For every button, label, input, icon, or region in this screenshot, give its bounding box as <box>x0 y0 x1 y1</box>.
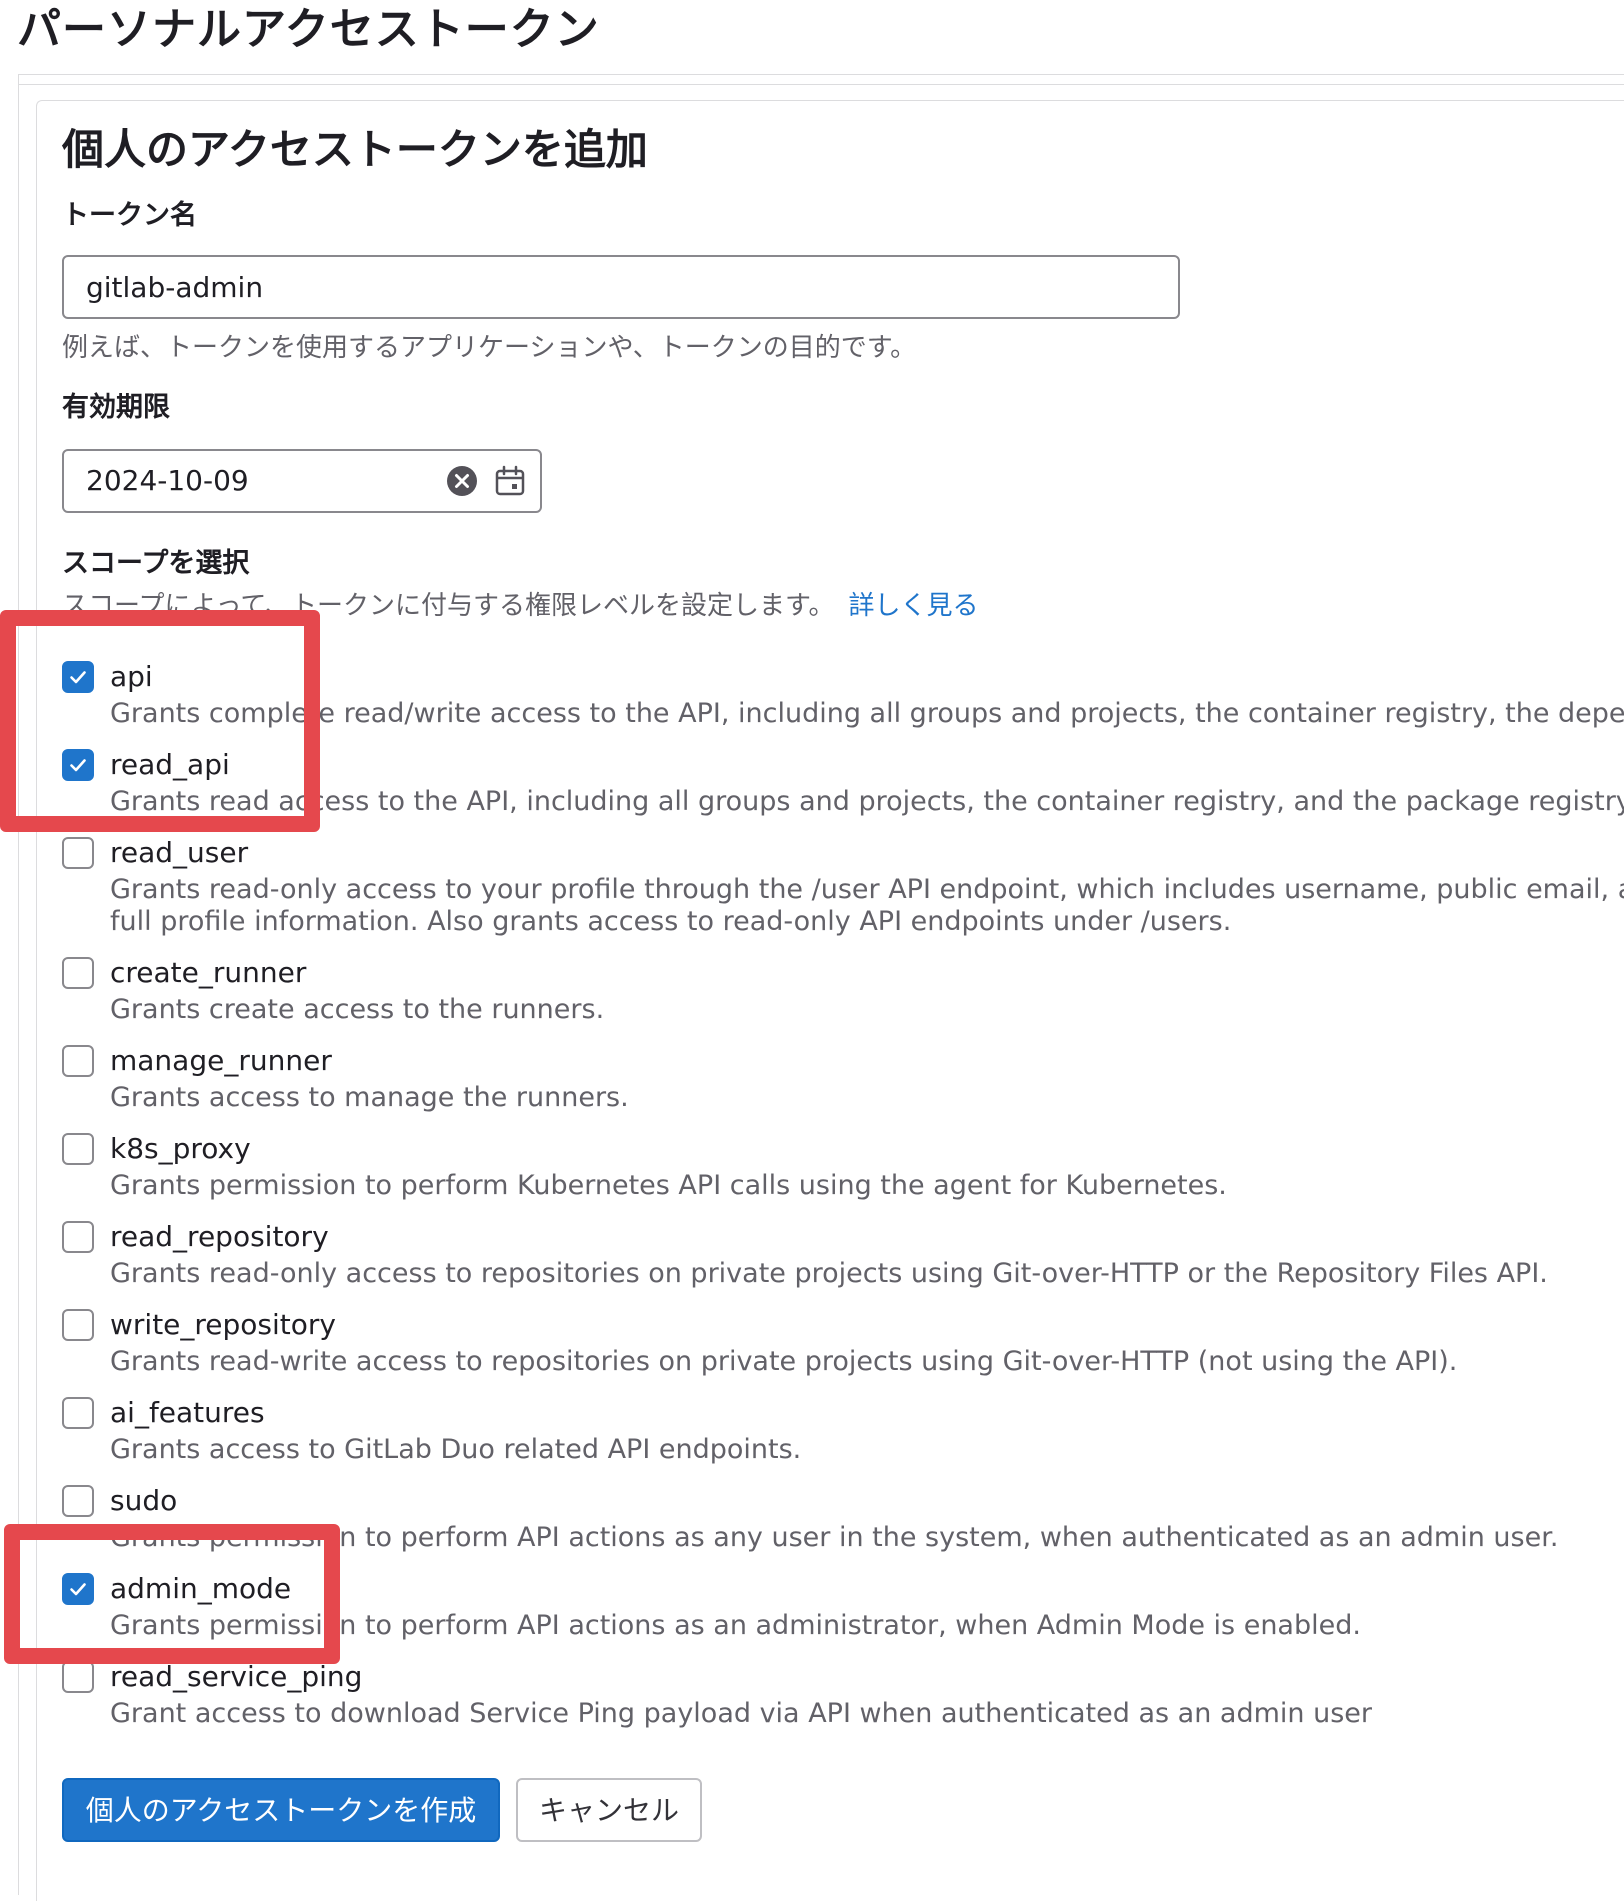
checkbox-unchecked[interactable] <box>62 837 94 869</box>
cancel-button[interactable]: キャンセル <box>516 1778 702 1842</box>
scope-description: Grants read-only access to repositories … <box>110 1258 1548 1289</box>
scope-name[interactable]: read_api <box>110 746 230 784</box>
checkbox-checked[interactable] <box>62 661 94 693</box>
create-token-button[interactable]: 個人のアクセストークンを作成 <box>62 1778 500 1842</box>
expiry-date-field[interactable]: 2024-10-09 <box>62 449 542 513</box>
scope-description: Grant access to download Service Ping pa… <box>110 1698 1372 1729</box>
scope-description: Grants read access to the API, including… <box>110 786 1624 817</box>
scope-name[interactable]: read_repository <box>110 1218 329 1256</box>
scope-name[interactable]: api <box>110 658 153 696</box>
scope-name[interactable]: read_service_ping <box>110 1658 362 1696</box>
scope-name[interactable]: read_user <box>110 834 248 872</box>
scopes-label: スコープを選択 <box>62 548 250 579</box>
checkbox-unchecked[interactable] <box>62 1309 94 1341</box>
token-name-input[interactable] <box>62 255 1180 319</box>
checkbox-unchecked[interactable] <box>62 1221 94 1253</box>
outer-frame-divider <box>18 84 1624 87</box>
scope-name[interactable]: create_runner <box>110 954 306 992</box>
scope-name[interactable]: sudo <box>110 1482 177 1520</box>
scope-name[interactable]: k8s_proxy <box>110 1130 251 1168</box>
scope-description: Grants permission to perform Kubernetes … <box>110 1170 1227 1201</box>
scope-description: Grants access to GitLab Duo related API … <box>110 1434 802 1465</box>
scope-description: Grants permission to perform API actions… <box>110 1610 1361 1641</box>
learn-more-link[interactable]: 詳しく見る <box>848 591 978 621</box>
scope-name[interactable]: ai_features <box>110 1394 265 1432</box>
page-title: パーソナルアクセストークン <box>17 4 600 55</box>
scope-name[interactable]: manage_runner <box>110 1042 332 1080</box>
scopes-help-text: スコープによって、トークンに付与する権限レベルを設定します。 <box>62 591 835 621</box>
clear-circle-icon[interactable] <box>446 465 478 497</box>
calendar-icon[interactable] <box>494 465 526 497</box>
scope-description: Grants create access to the runners. <box>110 994 605 1025</box>
scope-description: Grants access to manage the runners. <box>110 1082 629 1113</box>
checkbox-unchecked[interactable] <box>62 1045 94 1077</box>
scope-description: Grants complete read/write access to the… <box>110 698 1624 729</box>
scope-description: Grants read-only access to your profile … <box>110 874 1624 937</box>
checkbox-unchecked[interactable] <box>62 1397 94 1429</box>
scope-name[interactable]: admin_mode <box>110 1570 291 1608</box>
checkbox-unchecked[interactable] <box>62 1661 94 1693</box>
expiry-date-value[interactable]: 2024-10-09 <box>86 451 249 511</box>
scope-description: Grants read-write access to repositories… <box>110 1346 1458 1377</box>
scope-description: Grants permission to perform API actions… <box>110 1522 1559 1553</box>
checkbox-checked[interactable] <box>62 749 94 781</box>
checkbox-checked[interactable] <box>62 1573 94 1605</box>
checkbox-unchecked[interactable] <box>62 957 94 989</box>
token-name-help: 例えば、トークンを使用するアプリケーションや、トークンの目的です。 <box>62 333 917 363</box>
checkbox-unchecked[interactable] <box>62 1485 94 1517</box>
scope-name[interactable]: write_repository <box>110 1306 336 1344</box>
expiry-label: 有効期限 <box>62 392 170 423</box>
checkbox-unchecked[interactable] <box>62 1133 94 1165</box>
card-title: 個人のアクセストークンを追加 <box>62 125 648 174</box>
scopes-help: スコープによって、トークンに付与する権限レベルを設定します。 詳しく見る <box>62 588 978 624</box>
token-name-label: トークン名 <box>62 200 197 231</box>
